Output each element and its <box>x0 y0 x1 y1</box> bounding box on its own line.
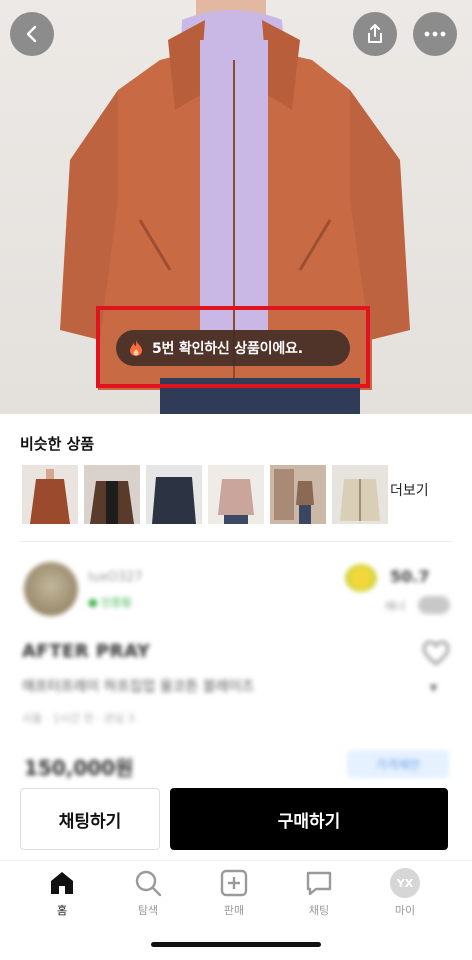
tab-label: 탐색 <box>137 904 159 917</box>
manner-emoji-icon <box>345 564 377 592</box>
chevron-down-icon[interactable]: ▾ <box>430 680 437 696</box>
seller-avatar[interactable] <box>24 562 78 616</box>
share-icon <box>368 24 382 43</box>
similar-products-title: 비슷한 상품 <box>20 435 95 453</box>
avatar-icon: YX <box>390 868 420 898</box>
home-icon <box>51 872 73 894</box>
product-meta: 서울 · 1시간 전 · 관심 3 <box>22 712 135 725</box>
more-dots-icon <box>424 31 446 37</box>
product-title: AFTER PRAY <box>22 641 151 662</box>
tab-label: 판매 <box>223 904 245 917</box>
back-button[interactable] <box>10 12 54 56</box>
similar-product-image <box>146 465 202 524</box>
similar-product-image <box>270 465 326 524</box>
view-count-message: 5번 확인하신 상품이에요. <box>152 341 303 357</box>
fire-icon <box>130 340 142 356</box>
similar-products-list <box>22 465 388 524</box>
chat-button[interactable]: 채팅하기 <box>20 788 160 850</box>
product-description: 애프터프레이 하프집업 울코튼 블레이즈 <box>22 679 255 695</box>
similar-product-image <box>84 465 140 524</box>
more-options-button[interactable] <box>413 12 457 56</box>
section-divider <box>20 541 452 542</box>
tab-my[interactable]: YX 마이 <box>375 868 435 918</box>
tab-chat[interactable]: 채팅 <box>289 868 349 918</box>
rating-badge <box>418 596 450 614</box>
similar-product-thumb[interactable] <box>146 465 202 524</box>
tabbar-divider <box>0 860 472 861</box>
seller-rating: 50.7 <box>390 567 430 586</box>
buy-button[interactable]: 구매하기 <box>170 788 448 850</box>
share-button[interactable] <box>353 12 397 56</box>
product-price: 150,000원 <box>24 756 134 780</box>
view-count-highlight: 5번 확인하신 상품이에요. <box>96 306 370 388</box>
tab-explore[interactable]: 탐색 <box>118 868 178 918</box>
chevron-left-icon <box>26 25 37 43</box>
similar-product-thumb[interactable] <box>332 465 388 524</box>
similar-product-image <box>22 465 78 524</box>
similar-more-link[interactable]: 더보기 <box>390 480 429 500</box>
similar-product-image <box>208 465 264 524</box>
similar-product-thumb[interactable] <box>208 465 264 524</box>
search-icon <box>135 870 162 897</box>
tab-home[interactable]: 홈 <box>32 868 92 918</box>
view-count-pill: 5번 확인하신 상품이에요. <box>116 330 350 366</box>
heart-icon[interactable] <box>422 640 450 666</box>
tab-label: 채팅 <box>308 904 330 917</box>
tab-label: 마이 <box>394 904 416 917</box>
chat-bubble-icon <box>306 871 332 896</box>
similar-product-thumb[interactable] <box>84 465 140 524</box>
similar-product-image <box>332 465 388 524</box>
seller-rating-label: 매너 <box>385 600 406 613</box>
product-hero-image[interactable]: 5번 확인하신 상품이에요. <box>0 0 472 414</box>
tab-label: 홈 <box>56 904 68 917</box>
similar-product-thumb[interactable] <box>270 465 326 524</box>
price-offer-button[interactable]: 가격제안 <box>347 750 449 778</box>
plus-square-icon <box>220 869 248 897</box>
seller-name[interactable]: luxO327 <box>88 570 143 585</box>
home-indicator <box>151 942 321 947</box>
tab-sell[interactable]: 판매 <box>204 868 264 918</box>
seller-badge: ● 인증됨 <box>88 596 132 609</box>
similar-product-thumb[interactable] <box>22 465 78 524</box>
